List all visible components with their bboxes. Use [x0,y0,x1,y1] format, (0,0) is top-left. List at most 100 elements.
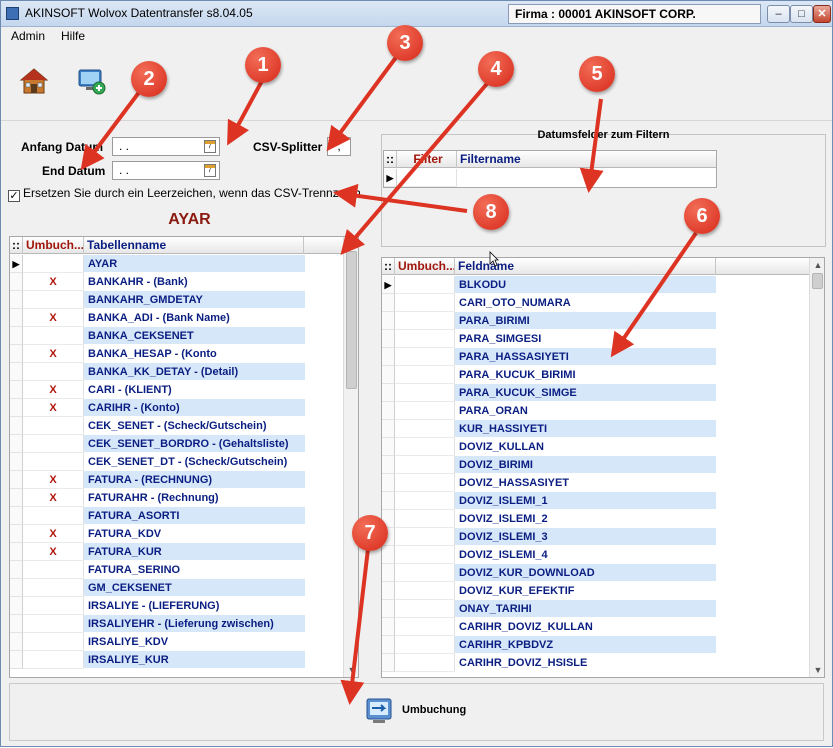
table-row[interactable]: ▶ AYAR [10,255,305,273]
table-row[interactable]: KUR_HASSIYETI [382,420,716,438]
table-row[interactable]: IRSALIYEHR - (Lieferung zwischen) [10,615,305,633]
table-name[interactable]: CEK_SENET_BORDRO - (Gehaltsliste) [84,435,305,453]
field-name[interactable]: DOVIZ_ISLEMI_3 [455,528,716,546]
field-name[interactable]: DOVIZ_BIRIMI [455,456,716,474]
table-row[interactable]: PARA_KUCUK_SIMGE [382,384,716,402]
field-name[interactable]: DOVIZ_HASSASIYET [455,474,716,492]
field-name[interactable]: PARA_KUCUK_BIRIMI [455,366,716,384]
csv-splitter-input[interactable]: ; [327,137,351,156]
table-name[interactable]: FATURA_KUR [84,543,305,561]
field-name[interactable]: PARA_ORAN [455,402,716,420]
column-umbuch[interactable]: Umbuch... [23,237,84,254]
table-name[interactable]: BANKA_KK_DETAY - (Detail) [84,363,305,381]
table-name[interactable]: AYAR [84,255,305,273]
table-name[interactable]: BANKA_CEKSENET [84,327,305,345]
table-row[interactable]: DOVIZ_ISLEMI_2 [382,510,716,528]
table-row[interactable]: X FATURA - (RECHNUNG) [10,471,305,489]
end-datum-field[interactable]: . . 7 [112,161,220,180]
table-row[interactable]: BANKA_CEKSENET [10,327,305,345]
umbuch-marker[interactable] [23,291,84,309]
field-name[interactable]: PARA_KUCUK_SIMGE [455,384,716,402]
field-name[interactable]: DOVIZ_KULLAN [455,438,716,456]
umbuch-marker[interactable] [23,579,84,597]
umbuch-marker[interactable] [395,636,455,654]
calendar-icon[interactable]: 7 [204,140,216,153]
table-row[interactable]: PARA_SIMGESI [382,330,716,348]
table-row[interactable]: CARIHR_DOVIZ_HSISLE [382,654,716,672]
field-name[interactable]: PARA_BIRIMI [455,312,716,330]
menu-admin[interactable]: Admin [11,29,45,43]
table-row[interactable]: PARA_KUCUK_BIRIMI [382,366,716,384]
table-row[interactable]: CARI_OTO_NUMARA [382,294,716,312]
umbuch-marker[interactable]: X [23,489,84,507]
umbuch-marker[interactable] [23,417,84,435]
umbuch-marker[interactable] [395,546,455,564]
field-name[interactable]: DOVIZ_ISLEMI_2 [455,510,716,528]
column-tabellenname[interactable]: Tabellenname [84,237,304,254]
scroll-thumb[interactable] [812,273,823,289]
table-name[interactable]: IRSALIYE_KUR [84,651,305,669]
field-name[interactable]: CARIHR_KPBDVZ [455,636,716,654]
umbuch-marker[interactable] [395,474,455,492]
umbuch-marker[interactable] [395,654,455,672]
table-row[interactable]: X CARI - (KLIENT) [10,381,305,399]
table-name[interactable]: FATURA_ASORTI [84,507,305,525]
umbuch-marker[interactable] [23,633,84,651]
umbuch-marker[interactable] [395,330,455,348]
table-name[interactable]: IRSALIYE - (LIEFERUNG) [84,597,305,615]
umbuch-marker[interactable] [23,615,84,633]
table-row[interactable]: FATURA_SERINO [10,561,305,579]
date-filter-grid[interactable]: :: Filter Filtername ▶ [383,150,717,188]
field-name[interactable]: CARIHR_DOVIZ_KULLAN [455,618,716,636]
table-row[interactable]: X CARIHR - (Konto) [10,399,305,417]
umbuch-marker[interactable] [395,438,455,456]
field-name[interactable]: PARA_HASSASIYETI [455,348,716,366]
scroll-thumb[interactable] [346,251,357,389]
table-name[interactable]: BANKAHR_GMDETAY [84,291,305,309]
table-row[interactable]: DOVIZ_BIRIMI [382,456,716,474]
table-row[interactable]: DOVIZ_KUR_EFEKTIF [382,582,716,600]
umbuch-marker[interactable] [395,366,455,384]
table-name[interactable]: CARIHR - (Konto) [84,399,305,417]
umbuch-marker[interactable] [395,384,455,402]
table-list-grid[interactable]: :: Umbuch... Tabellenname ▶ AYAR X BANKAHR … [9,236,359,678]
umbuch-marker[interactable] [395,492,455,510]
home-icon[interactable] [19,66,49,96]
scroll-up-arrow[interactable]: ▲ [810,258,824,272]
table-name[interactable]: CARI - (KLIENT) [84,381,305,399]
umbuch-marker[interactable] [395,294,455,312]
scroll-down-arrow[interactable]: ▼ [810,663,824,677]
column-filtername[interactable]: Filtername [457,151,716,168]
table-row[interactable]: IRSALIYE - (LIEFERUNG) [10,597,305,615]
umbuch-marker[interactable]: X [23,381,84,399]
umbuch-marker[interactable] [23,597,84,615]
umbuch-marker[interactable]: X [23,309,84,327]
table-row[interactable]: IRSALIYE_KDV [10,633,305,651]
replace-separator-checkbox[interactable]: ✓ [8,190,20,202]
field-name[interactable]: CARIHR_DOVIZ_HSISLE [455,654,716,672]
umbuch-marker[interactable] [395,510,455,528]
umbuch-marker[interactable]: X [23,345,84,363]
table-row[interactable]: GM_CEKSENET [10,579,305,597]
table-row[interactable]: X BANKA_ADI - (Bank Name) [10,309,305,327]
table-row[interactable]: DOVIZ_KULLAN [382,438,716,456]
umbuch-marker[interactable] [23,507,84,525]
field-name[interactable]: DOVIZ_ISLEMI_1 [455,492,716,510]
umbuch-marker[interactable] [395,420,455,438]
table-row[interactable]: X FATURA_KDV [10,525,305,543]
umbuch-marker[interactable] [395,456,455,474]
table-name[interactable]: BANKAHR - (Bank) [84,273,305,291]
table-row[interactable]: PARA_BIRIMI [382,312,716,330]
close-button[interactable]: ✕ [813,5,831,23]
umbuch-marker[interactable] [395,276,455,294]
table-row[interactable]: FATURA_ASORTI [10,507,305,525]
umbuchung-button[interactable]: Umbuchung [364,691,494,731]
table-row[interactable]: CEK_SENET - (Scheck/Gutschein) [10,417,305,435]
table-row[interactable]: X BANKAHR - (Bank) [10,273,305,291]
umbuch-marker[interactable] [23,327,84,345]
table-row[interactable]: ▶ [384,169,716,187]
scroll-up-arrow[interactable]: ▲ [344,237,358,251]
umbuch-marker[interactable] [395,600,455,618]
field-name[interactable]: DOVIZ_ISLEMI_4 [455,546,716,564]
table-name[interactable]: IRSALIYEHR - (Lieferung zwischen) [84,615,305,633]
